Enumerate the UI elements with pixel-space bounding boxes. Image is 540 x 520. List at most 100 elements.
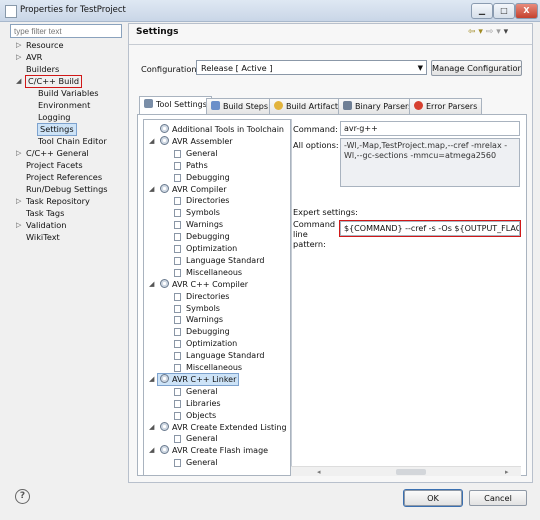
tool-option-general[interactable]: General [186, 433, 218, 444]
collapse-icon[interactable]: ◢ [16, 77, 21, 85]
collapse-icon[interactable]: ◢ [149, 137, 154, 145]
tool-option-objects[interactable]: Objects [186, 410, 216, 421]
tool-option-language-standard[interactable]: Language Standard [186, 350, 264, 361]
tool-option-language-standard[interactable]: Language Standard [186, 255, 264, 266]
nav-item-task-repository[interactable]: Task Repository [26, 196, 90, 207]
tab-error-parsers[interactable]: Error Parsers [409, 98, 483, 114]
tab-tool-settings[interactable]: Tool Settings [139, 96, 212, 115]
help-icon[interactable]: ? [15, 489, 30, 504]
configuration-select[interactable]: Release [ Active ] ▼ [196, 60, 427, 75]
page-icon [174, 161, 181, 170]
tool-avr-assembler[interactable]: AVR Assembler [160, 135, 233, 147]
tool-option-general[interactable]: General [186, 457, 218, 468]
tool-option-paths[interactable]: Paths [186, 160, 208, 171]
expand-icon[interactable]: ▷ [16, 197, 21, 205]
expand-icon[interactable]: ▷ [16, 41, 21, 49]
nav-item-build-variables[interactable]: Build Variables [38, 88, 99, 99]
collapse-icon[interactable]: ◢ [149, 423, 154, 431]
tool-avr-compiler[interactable]: AVR Compiler [160, 183, 227, 195]
all-options-text[interactable]: -Wl,-Map,TestProject.map,--cref -mrelax … [340, 138, 520, 187]
tab-build-steps[interactable]: Build Steps [206, 98, 274, 114]
tool-option-warnings[interactable]: Warnings [186, 219, 223, 230]
tool-avr-c-linker[interactable]: AVR C++ Linker [156, 372, 240, 386]
tab-build-artifact[interactable]: Build Artifact [269, 98, 343, 114]
maximize-button[interactable]: □ [493, 3, 515, 19]
nav-item-resource[interactable]: Resource [26, 40, 64, 51]
nav-item-logging[interactable]: Logging [38, 112, 70, 123]
close-button[interactable]: X [515, 3, 538, 19]
tool-option-optimization[interactable]: Optimization [186, 338, 237, 349]
view-menu-icon[interactable]: ▾ [504, 27, 509, 37]
page-icon [174, 364, 181, 372]
history-nav: ⇦ ▾ ⇨ ▾ ▾ [468, 27, 508, 37]
scroll-right-icon[interactable]: ▸ [505, 467, 509, 477]
collapse-icon[interactable]: ◢ [149, 446, 154, 454]
cancel-button[interactable]: Cancel [469, 490, 527, 506]
page-icon [174, 304, 181, 313]
tool-option-optimization[interactable]: Optimization [186, 243, 237, 254]
window-title: Properties for TestProject [20, 5, 126, 15]
collapse-icon[interactable]: ◢ [149, 375, 154, 383]
error-parsers-icon [414, 101, 423, 110]
nav-item-validation[interactable]: Validation [26, 220, 66, 231]
tool-option-miscellaneous[interactable]: Miscellaneous [186, 362, 242, 373]
nav-item-avr[interactable]: AVR [26, 52, 42, 63]
page-icon [174, 173, 181, 182]
nav-item-project-references[interactable]: Project References [26, 172, 102, 183]
scroll-thumb[interactable] [396, 469, 426, 475]
collapse-icon[interactable]: ◢ [149, 280, 154, 288]
tool-option-general[interactable]: General [186, 148, 218, 159]
nav-item-wikitext[interactable]: WikiText [26, 232, 60, 243]
back-icon[interactable]: ⇦ ▾ [468, 27, 483, 37]
tool-option-warnings[interactable]: Warnings [186, 314, 223, 325]
nav-item-settings[interactable]: Settings [37, 123, 77, 136]
chevron-down-icon: ▼ [417, 64, 423, 72]
tool-option-general[interactable]: General [186, 386, 218, 397]
command-line-pattern-input[interactable]: ${COMMAND} --cref -s -Os ${OUTPUT_FLAG}$… [339, 220, 521, 237]
expand-icon[interactable]: ▷ [16, 221, 21, 229]
scroll-left-icon[interactable]: ◂ [317, 467, 321, 477]
tool-additional-tools-in-toolchain[interactable]: Additional Tools in Toolchain [160, 124, 284, 135]
expand-icon[interactable]: ▷ [16, 53, 21, 61]
manage-configurations-button[interactable]: Manage Configurations... [431, 60, 522, 76]
nav-item-environment[interactable]: Environment [38, 100, 90, 111]
tool-option-symbols[interactable]: Symbols [186, 207, 220, 218]
tool-option-debugging[interactable]: Debugging [186, 231, 230, 242]
tab-binary-parsers[interactable]: Binary Parsers [338, 98, 418, 114]
tool-option-directories[interactable]: Directories [186, 291, 229, 302]
forward-icon[interactable]: ⇨ ▾ [486, 27, 501, 37]
collapse-icon[interactable]: ◢ [149, 185, 154, 193]
command-input[interactable]: avr-g++ [340, 121, 520, 136]
nav-item-c-c-general[interactable]: C/C++ General [26, 148, 89, 159]
minimize-button[interactable]: ▁ [471, 3, 493, 19]
page-icon [174, 149, 181, 158]
nav-item-task-tags[interactable]: Task Tags [26, 208, 64, 219]
tool-option-symbols[interactable]: Symbols [186, 303, 220, 314]
page-icon [174, 209, 181, 218]
gear-icon [160, 445, 169, 455]
nav-item-tool-chain-editor[interactable]: Tool Chain Editor [38, 136, 107, 147]
tool-label: AVR Create Flash image [172, 446, 269, 456]
nav-item-project-facets[interactable]: Project Facets [26, 160, 83, 171]
tool-option-libraries[interactable]: Libraries [186, 398, 221, 409]
horizontal-scrollbar[interactable]: ◂ ▸ [291, 466, 521, 476]
nav-item-run-debug-settings[interactable]: Run/Debug Settings [26, 184, 108, 195]
filter-input[interactable] [10, 24, 122, 38]
tool-avr-create-flash-image[interactable]: AVR Create Flash image [160, 445, 268, 456]
split-divider[interactable] [291, 119, 292, 476]
page-icon [174, 387, 181, 396]
tool-option-directories[interactable]: Directories [186, 195, 229, 206]
command-line-pattern-label: Command line pattern: [293, 219, 336, 249]
tool-avr-c-compiler[interactable]: AVR C++ Compiler [160, 278, 248, 290]
nav-item-c-c-build[interactable]: C/C++ Build [24, 75, 83, 88]
tool-avr-create-extended-listing[interactable]: AVR Create Extended Listing [160, 421, 287, 433]
nav-tree: ▷ Resource ▷ AVR Builders ◢ C/C++ Build Build V… [10, 40, 125, 480]
tool-option-debugging[interactable]: Debugging [186, 326, 230, 337]
binary-parsers-icon [343, 101, 352, 110]
tool-option-miscellaneous[interactable]: Miscellaneous [186, 267, 242, 278]
nav-item-builders[interactable]: Builders [26, 64, 59, 75]
ok-button[interactable]: OK [403, 489, 463, 507]
expand-icon[interactable]: ▷ [16, 149, 21, 157]
tool-option-debugging[interactable]: Debugging [186, 172, 230, 183]
page-icon [174, 399, 181, 408]
